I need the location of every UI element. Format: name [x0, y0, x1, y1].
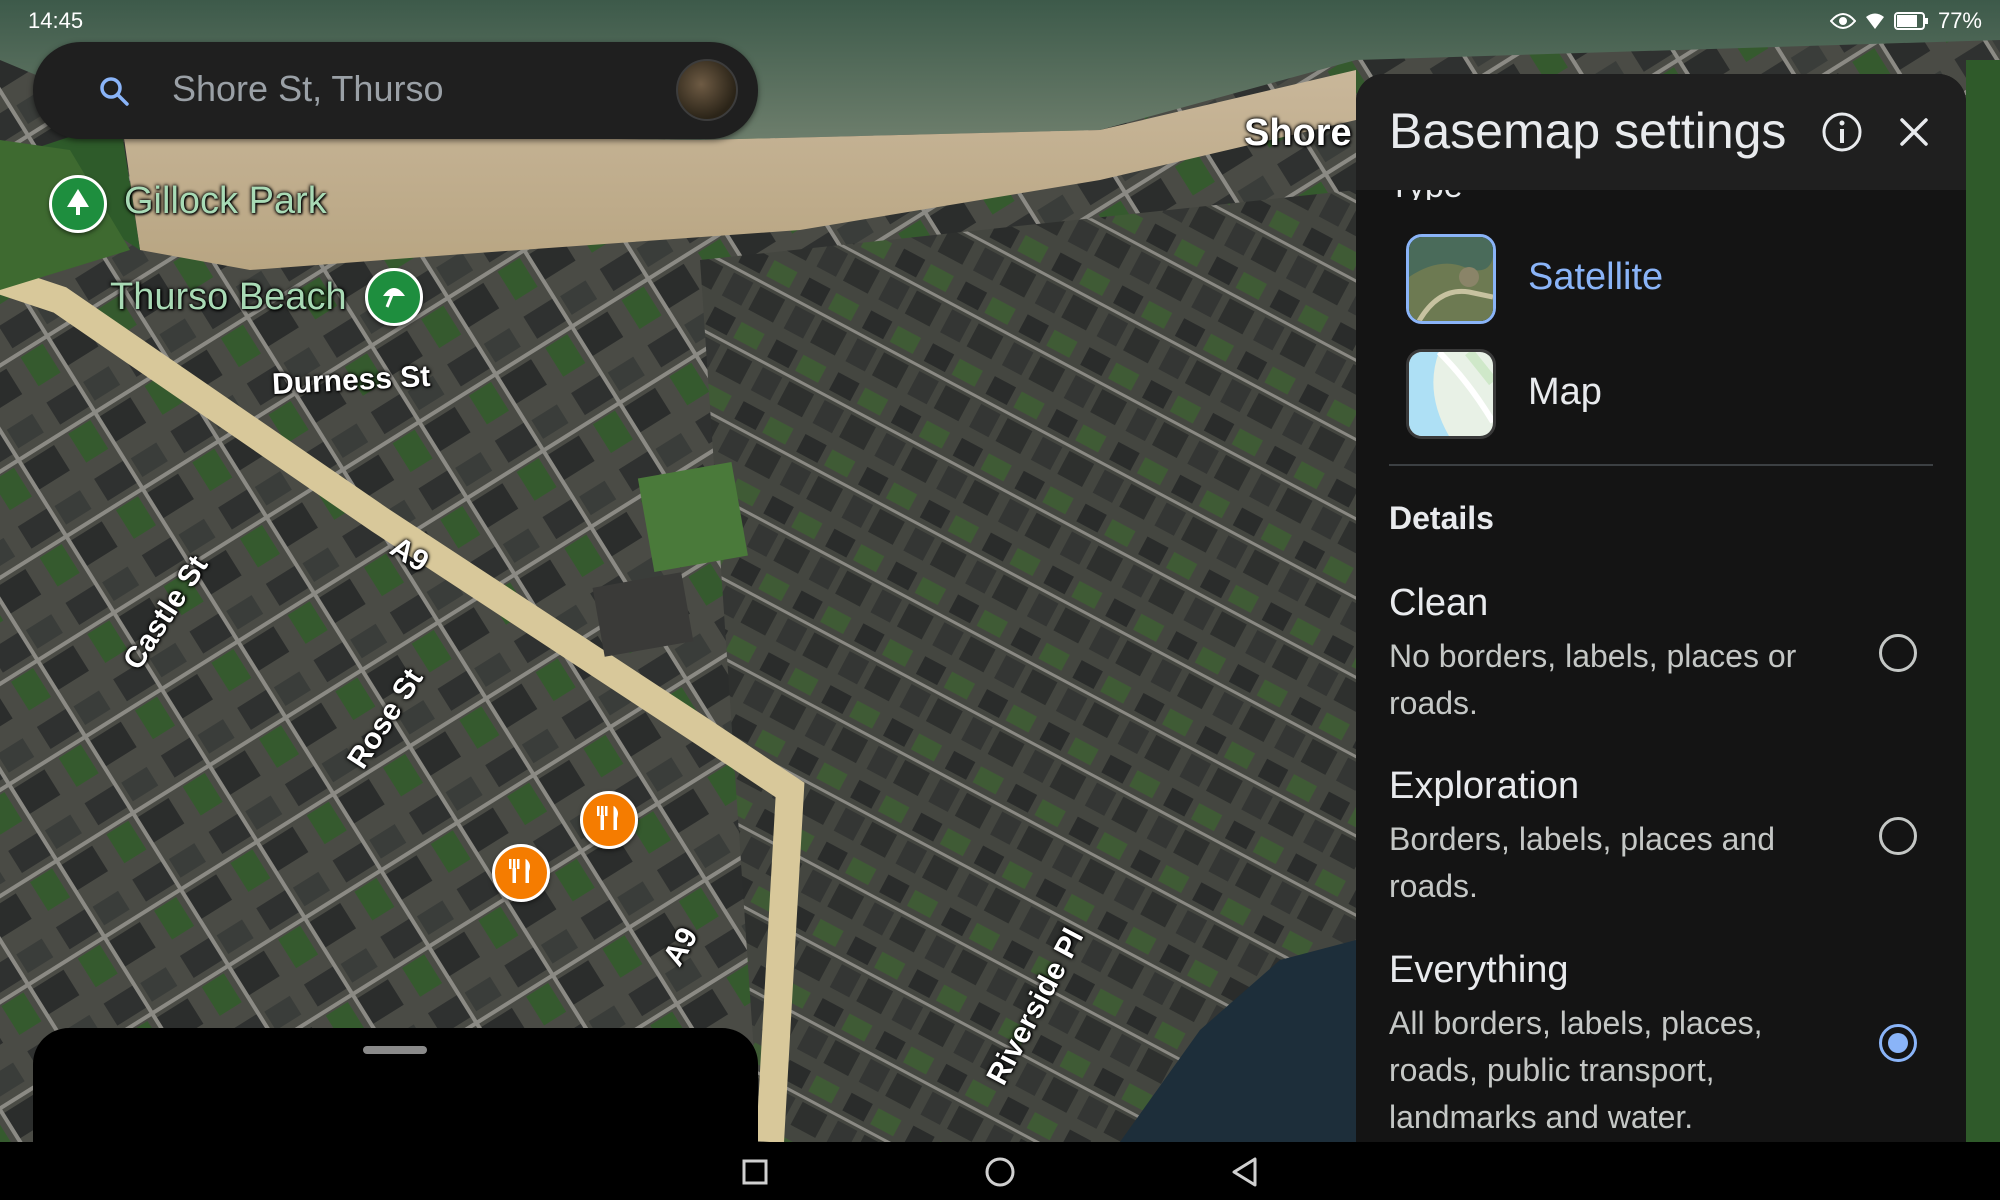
triangle-back-icon[interactable]: [1225, 1152, 1265, 1192]
details-heading: Details: [1389, 500, 1494, 536]
fork-knife-icon: [594, 803, 624, 838]
status-time: 14:45: [28, 8, 84, 33]
thurso-beach-label[interactable]: Thurso Beach: [110, 276, 347, 319]
detail-option-exploration[interactable]: Exploration Borders, labels, places and …: [1389, 765, 1929, 910]
park-pin[interactable]: [49, 175, 107, 233]
search-icon[interactable]: [97, 74, 131, 108]
road-label-shore: Shore: [1244, 112, 1352, 154]
detail-desc-clean: No borders, labels, places or roads.: [1389, 638, 1797, 721]
close-icon[interactable]: [1894, 112, 1934, 152]
detail-option-everything[interactable]: Everything All borders, labels, places, …: [1389, 949, 1929, 1141]
wifi-icon: [1865, 12, 1884, 30]
drag-handle[interactable]: [363, 1046, 427, 1054]
panel-title: Basemap settings: [1389, 103, 1787, 159]
detail-title-exploration: Exploration: [1389, 765, 1580, 807]
circle-icon[interactable]: [980, 1152, 1020, 1192]
navigation-bar: [0, 1142, 2000, 1200]
beach-pin[interactable]: [365, 268, 423, 326]
status-icons: 77%: [1829, 8, 1982, 34]
search-input[interactable]: Shore St, Thurso: [172, 68, 443, 110]
map-thumbnail: [1406, 349, 1496, 439]
type-label-map: Map: [1528, 371, 1602, 413]
restaurant-pin-2[interactable]: [492, 844, 550, 902]
umbrella-icon: [379, 280, 409, 315]
gillock-park-label[interactable]: Gillock Park: [124, 180, 327, 223]
basemap-settings-panel: Type Basemap settings Satellite Map Deta…: [1356, 74, 1966, 1142]
battery-percent: 77%: [1937, 8, 1982, 33]
search-bar[interactable]: Shore St, Thurso: [33, 42, 758, 139]
detail-desc-exploration: Borders, labels, places and roads.: [1389, 821, 1775, 904]
eye-icon: [1829, 12, 1856, 30]
panel-header: Basemap settings: [1356, 74, 1966, 190]
radio-clean[interactable]: [1879, 634, 1917, 672]
divider: [1389, 464, 1933, 466]
avatar[interactable]: [676, 59, 738, 121]
tree-icon: [63, 187, 93, 222]
info-icon[interactable]: [1820, 110, 1864, 154]
type-option-satellite[interactable]: Satellite: [1406, 234, 1906, 326]
detail-title-everything: Everything: [1389, 949, 1569, 991]
detail-title-clean: Clean: [1389, 582, 1489, 624]
square-icon[interactable]: [735, 1152, 775, 1192]
restaurant-pin-1[interactable]: [580, 791, 638, 849]
satellite-thumbnail: [1406, 234, 1496, 324]
detail-option-clean[interactable]: Clean No borders, labels, places or road…: [1389, 582, 1929, 727]
type-option-map[interactable]: Map: [1406, 349, 1906, 441]
radio-everything[interactable]: [1879, 1024, 1917, 1062]
type-label-satellite: Satellite: [1528, 256, 1664, 298]
battery-icon: [1893, 12, 1928, 30]
fork-knife-icon: [506, 856, 536, 891]
status-bar: 14:45 77%: [0, 0, 2000, 42]
radio-exploration[interactable]: [1879, 817, 1917, 855]
bottom-sheet[interactable]: [33, 1028, 758, 1142]
detail-desc-everything: All borders, labels, places, roads, publ…: [1389, 1005, 1763, 1135]
